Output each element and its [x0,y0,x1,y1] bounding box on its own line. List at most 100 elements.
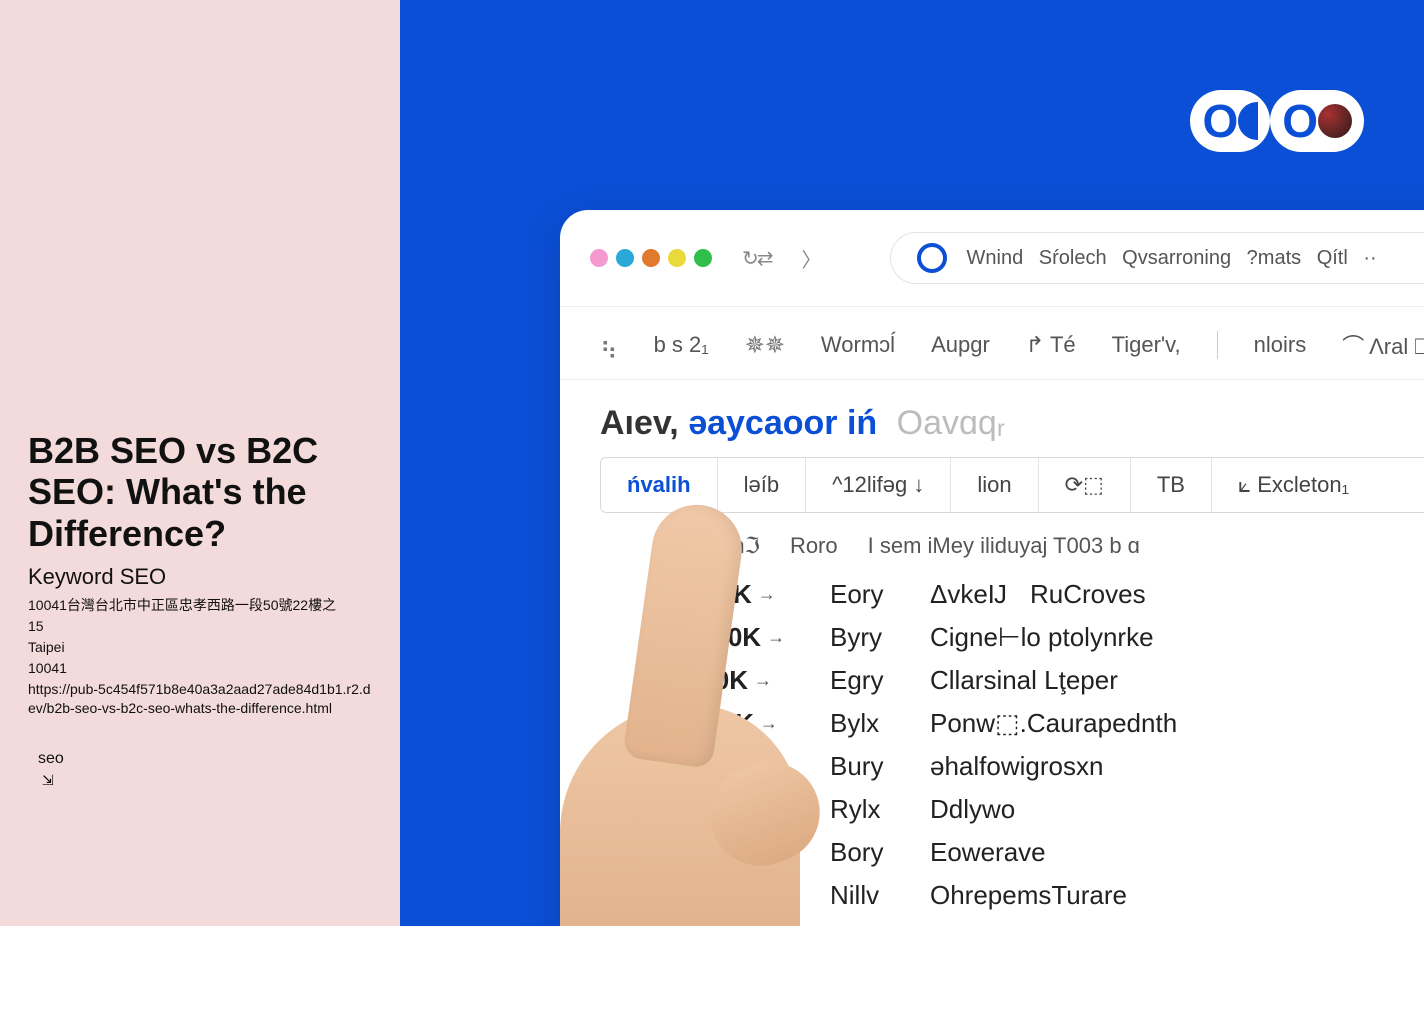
seo-tag[interactable]: seo [28,748,74,770]
tab-separator [1217,331,1218,359]
search-token: Qítl [1317,247,1348,269]
search-token: ?mats [1247,247,1301,269]
logo-letter: O [1202,94,1236,148]
page-title: B2B SEO vs B2C SEO: What's the Differenc… [28,430,372,554]
subhead-col: I sem iMey iliduyaj T003 b ɑ [868,533,1140,559]
hero-canvas: O O ↻⇄ 〉 Wnind Sŕolech Qvsarroni [400,0,1424,1024]
table-row[interactable]: S0 00K→ Nillv OhrepemsTurare [670,874,1424,917]
trend-arrow-icon: → [760,842,778,863]
row-desc: Eowerave [930,837,1046,868]
brand-logo: O O [1190,90,1364,152]
trend-arrow-icon: → [757,799,775,820]
forward-icon[interactable]: 〉 [802,244,820,273]
traffic-dot[interactable] [642,249,660,267]
left-sidebar: B2B SEO vs B2C SEO: What's the Differenc… [0,0,400,1024]
logo-badge-icon [1318,104,1352,138]
search-icon [917,243,947,273]
tab-icon[interactable]: ✵✵ [745,331,785,360]
crumb-suffix: Oavɑqᵣ [897,404,1005,442]
filter-cell[interactable]: lion [951,458,1038,512]
search-token: Sŕolech [1039,247,1107,269]
tab-item[interactable]: Tiger'v, [1112,332,1181,358]
traffic-dot[interactable] [616,249,634,267]
row-tag: Bory [830,837,900,868]
row-metric: S0 00K→ [670,880,800,911]
tab-icon[interactable]: ⢦ [600,331,618,360]
filter-cell[interactable]: ńvalih [601,458,718,512]
row-metric: βl 00K→ [670,665,800,696]
floor-line: 15 [28,617,372,636]
row-desc: Ponw⬚.Caurapednth [930,708,1177,739]
trend-arrow-icon: → [763,885,781,906]
traffic-dot[interactable] [590,249,608,267]
table-row[interactable]: 6ε 00K→ Eory ΔvkeĲ RuCroves [670,573,1424,616]
row-extra: ΔvkeĲ [930,579,1000,610]
tab-item[interactable]: Aupgr [931,332,990,358]
row-tag: Byry [830,622,900,653]
filter-cell[interactable]: ləíb [718,458,806,512]
search-token: Wnind [967,247,1024,269]
tab-strip: ⢦ b s 2₁ ✵✵ Wormɔĺ Aupgr ↱ Té Tiger'v, … [560,307,1424,380]
postal-line: 10041 [28,659,372,678]
table-row[interactable]: 32 00K→ Bory Eowerave [670,831,1424,874]
table-row[interactable]: ß2 00K→Buryəhalfowigrosxn [670,745,1424,788]
table-row[interactable]: βl 00K→ Egry Cllarsinal Lţeper [670,659,1424,702]
traffic-dot[interactable] [694,249,712,267]
reload-icon[interactable]: ↻⇄ [742,246,772,271]
tab-item[interactable]: ↱ Té [1026,332,1076,358]
page-subtitle: Keyword SEO [28,564,372,590]
traffic-dot[interactable] [668,249,686,267]
tab-item[interactable]: Wormɔĺ [821,332,895,358]
row-desc: OhrepemsTurare [930,880,1127,911]
filter-cell[interactable]: ⟳⬚ [1039,458,1131,512]
tab-item[interactable]: nloirs [1254,332,1307,358]
table-row[interactable]: 80 00K→ Bylх Ponw⬚.Caurapednth [670,702,1424,745]
row-metric: ß2 00K→ [670,751,800,782]
data-table: 6ε 00K→EoryΔvkeĲRuCroves1.3 00K→ByryCign… [560,573,1424,960]
subhead-col: Hly ounℑ [670,533,760,559]
expand-icon[interactable]: ⇲ [28,772,372,789]
city-line: Taipei [28,638,372,657]
table-subheader: Hly ounℑ Roro I sem iMey iliduyaj T003 b… [560,513,1424,573]
row-metric: 32 00K→ [670,837,800,868]
row-desc: Cllarsinal Lţeper [930,665,1118,696]
crumb-main[interactable]: əaycaoor iń [688,404,877,442]
filter-cell[interactable]: ⟀ Excleton₁ [1212,458,1375,512]
row-tag: Nillv [830,880,900,911]
address-line: 10041台灣台北市中正區忠孝西路一段50號22樓之 [28,596,372,615]
trend-arrow-icon: → [758,584,776,605]
row-tag: Bylх [830,708,900,739]
row-metric: 6ε 00K→ [670,579,800,610]
logo-left: O [1190,90,1270,152]
table-row[interactable]: 1.3 00K→ByryCigne⊢lo ptolynrke [670,616,1424,659]
search-token: ·· [1363,247,1376,269]
row-desc: RuCroves [1030,579,1146,610]
tab-item[interactable]: b s 2₁ [654,332,709,358]
row-tag: Eory [830,579,900,610]
crumb-prefix: Aıev, [600,404,679,442]
traffic-lights [590,249,712,267]
page-bottom-strip [0,926,1424,1024]
logo-letter: O [1282,94,1316,148]
row-metric: 80 00K→ [670,708,800,739]
search-placeholder: Wnind Sŕolech Qvsarroning ?mats Qítl ·· [967,247,1387,270]
filter-cell[interactable]: TВ [1131,458,1212,512]
browser-topbar: ↻⇄ 〉 Wnind Sŕolech Qvsarroning ?mats Qít… [560,210,1424,307]
breadcrumb: Aıev, əaycaoor iń Oavɑqᵣ [560,380,1424,453]
filter-cell[interactable]: ^12lifǝg ↓ [806,458,951,512]
row-tag: Egry [830,665,900,696]
row-desc: əhalfowigrosxn [930,751,1103,782]
trend-arrow-icon: → [760,713,778,734]
row-tag: Rylх [830,794,900,825]
search-input[interactable]: Wnind Sŕolech Qvsarroning ?mats Qítl ·· [890,232,1424,284]
row-metric: 17 00К→ [670,794,800,825]
browser-window: ↻⇄ 〉 Wnind Sŕolech Qvsarroning ?mats Qít… [560,210,1424,1024]
url-line: https://pub-5c454f571b8e40a3a2aad27ade84… [28,680,372,718]
trend-arrow-icon: → [767,627,785,648]
filter-bar: ńvalih ləíb ^12lifǝg ↓ lion ⟳⬚ TВ ⟀ Excl… [600,457,1424,513]
logo-half-icon [1238,102,1258,140]
table-row[interactable]: 17 00К→ Rylх Ddlywo [670,788,1424,831]
row-desc: Ddlywo [930,794,1015,825]
trend-arrow-icon: → [761,756,779,777]
tab-item[interactable]: ⌒ Λral ⎕ [1342,329,1424,361]
